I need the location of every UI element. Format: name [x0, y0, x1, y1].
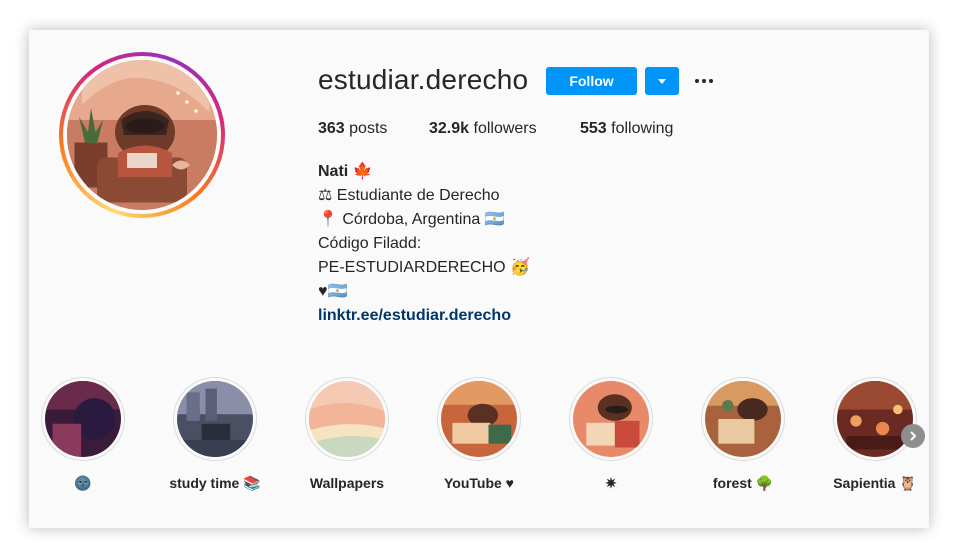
profile-bio: Nati 🍁 ⚖ Estudiante de Derecho 📍 Córdoba…: [318, 160, 530, 328]
highlight-cover: [441, 381, 517, 457]
highlight-label: 🌚: [74, 475, 92, 491]
suggested-accounts-dropdown-button[interactable]: [645, 67, 679, 95]
bio-link[interactable]: linktr.ee/estudiar.derecho: [318, 304, 530, 328]
chevron-down-icon: [658, 78, 666, 84]
followers-stat[interactable]: 32.9k followers: [429, 120, 537, 138]
highlight-cover: [837, 381, 913, 457]
highlight-item[interactable]: forest 🌳: [688, 377, 798, 492]
highlight-label: Wallpapers: [309, 475, 385, 491]
highlight-cover: [573, 381, 649, 457]
avatar-image: [67, 60, 217, 210]
highlight-label: Sapientia 🦉: [833, 475, 917, 491]
profile-card: estudiar.derecho Follow 363 posts 32.9k …: [29, 30, 929, 528]
highlights-next-button[interactable]: [901, 424, 925, 448]
highlight-item[interactable]: study time 📚: [160, 377, 270, 492]
posts-count: 363: [318, 120, 345, 137]
highlight-cover: [45, 381, 121, 457]
followers-label: followers: [473, 120, 537, 137]
bio-line: ♥🇦🇷: [318, 283, 348, 300]
highlight-cover: [705, 381, 781, 457]
following-count: 553: [580, 120, 607, 137]
more-options-icon: [695, 79, 699, 83]
highlight-cover: [177, 381, 253, 457]
chevron-right-icon: [910, 431, 917, 441]
following-label: following: [611, 120, 674, 137]
highlight-item[interactable]: Wallpapers: [292, 377, 402, 491]
bio-line: Código Filadd:: [318, 235, 422, 252]
posts-label: posts: [349, 120, 388, 137]
bio-line: PE-ESTUDIARDERECHO 🥳: [318, 259, 530, 276]
profile-username: estudiar.derecho: [318, 64, 529, 95]
more-options-button[interactable]: [691, 68, 717, 94]
posts-stat: 363 posts: [318, 120, 387, 138]
highlight-item[interactable]: ✷: [556, 377, 666, 492]
following-stat[interactable]: 553 following: [580, 120, 673, 138]
highlight-label: study time 📚: [169, 475, 261, 491]
highlight-item[interactable]: YouTube ♥: [424, 377, 534, 491]
highlight-label: YouTube ♥: [443, 475, 514, 491]
highlight-cover: [309, 381, 385, 457]
follow-button[interactable]: Follow: [546, 67, 637, 95]
highlight-label: forest 🌳: [712, 475, 774, 491]
highlight-item[interactable]: 🌚: [29, 377, 138, 492]
bio-line: ⚖ Estudiante de Derecho: [318, 187, 500, 204]
highlight-label: ✷: [605, 475, 617, 491]
followers-count: 32.9k: [429, 120, 470, 137]
profile-avatar[interactable]: [59, 52, 225, 218]
profile-display-name: Nati 🍁: [318, 163, 373, 180]
bio-line: 📍 Córdoba, Argentina 🇦🇷: [318, 211, 505, 228]
